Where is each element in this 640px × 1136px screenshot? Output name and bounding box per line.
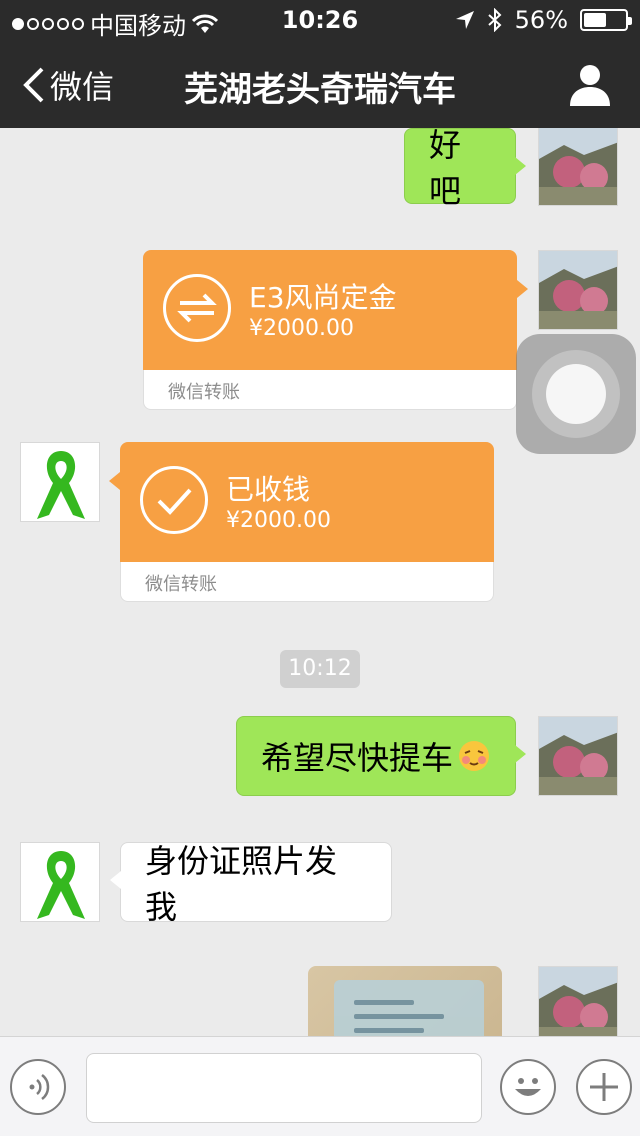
message-text: 身份证照片发我: [145, 842, 338, 926]
id-card-photo: [334, 980, 484, 1036]
nav-bar: 微信 芜湖老头奇瑞汽车: [0, 40, 640, 128]
transfer-title: 已收钱: [226, 473, 311, 506]
voice-icon: [29, 1074, 50, 1100]
voice-button[interactable]: [10, 1059, 66, 1115]
message-text: 好吧: [429, 128, 462, 210]
battery-icon: [580, 9, 632, 31]
transfer-footer: 微信转账: [120, 562, 494, 602]
message-bubble-sent[interactable]: 好吧: [404, 128, 526, 210]
green-ribbon-icon: [21, 443, 99, 521]
transfer-amount: ¥2000.00: [249, 316, 354, 341]
my-avatar[interactable]: [538, 966, 618, 1036]
my-avatar[interactable]: [538, 128, 618, 206]
landscape-avatar-image: [539, 251, 617, 329]
contact-avatar[interactable]: [20, 442, 100, 522]
input-bar: [0, 1036, 640, 1136]
location-arrow-icon: [455, 11, 474, 29]
transfer-footer: 微信转账: [143, 370, 517, 410]
top-bar: 中国移动 10:26 56% 微信 芜湖老头奇瑞汽车: [0, 0, 640, 128]
transfer-title: E3风尚定金: [249, 281, 397, 314]
landscape-avatar-image: [539, 967, 617, 1036]
battery-percent: 56%: [514, 6, 568, 34]
contact-avatar[interactable]: [20, 842, 100, 922]
green-ribbon-icon: [21, 843, 99, 921]
my-avatar[interactable]: [538, 716, 618, 796]
battery-fill: [584, 13, 606, 27]
message-text: 希望尽快提车: [261, 739, 454, 777]
my-avatar[interactable]: [538, 250, 618, 330]
transfer-card-sent[interactable]: E3风尚定金 ¥2000.00 微信转账: [143, 250, 528, 410]
transfer-amount: ¥2000.00: [226, 508, 331, 533]
photo-message[interactable]: [308, 966, 502, 1036]
message-input[interactable]: [86, 1053, 482, 1123]
transfer-card-body: 已收钱 ¥2000.00: [109, 442, 494, 562]
chat-title: 芜湖老头奇瑞汽车: [184, 70, 456, 110]
chat-area[interactable]: 好吧 E3风尚定金 ¥2000.00 微信转账 已收钱 ¥2000.00 微信转…: [0, 128, 640, 1036]
emoji-button[interactable]: [500, 1059, 556, 1115]
message-bubble-received[interactable]: 身份证照片发我: [110, 842, 392, 926]
person-icon[interactable]: [568, 62, 612, 106]
checkmark-icon: [140, 466, 208, 534]
landscape-avatar-image: [539, 717, 617, 795]
status-bar: 中国移动 10:26 56%: [0, 0, 640, 40]
message-bubble-sent[interactable]: 希望尽快提车: [236, 716, 526, 796]
transfer-card-body: E3风尚定金 ¥2000.00: [143, 250, 528, 370]
more-button[interactable]: [576, 1059, 632, 1115]
transfer-arrows-icon: [163, 274, 231, 342]
time-divider: 10:12: [280, 650, 360, 688]
blushing-emoji-icon: [459, 741, 489, 771]
bluetooth-icon: [487, 8, 502, 32]
emoji-icon: [515, 1078, 541, 1096]
plus-icon: [590, 1073, 618, 1101]
assistive-touch-button[interactable]: [516, 334, 636, 454]
transfer-card-received[interactable]: 已收钱 ¥2000.00 微信转账: [109, 442, 494, 602]
landscape-avatar-image: [539, 128, 617, 205]
